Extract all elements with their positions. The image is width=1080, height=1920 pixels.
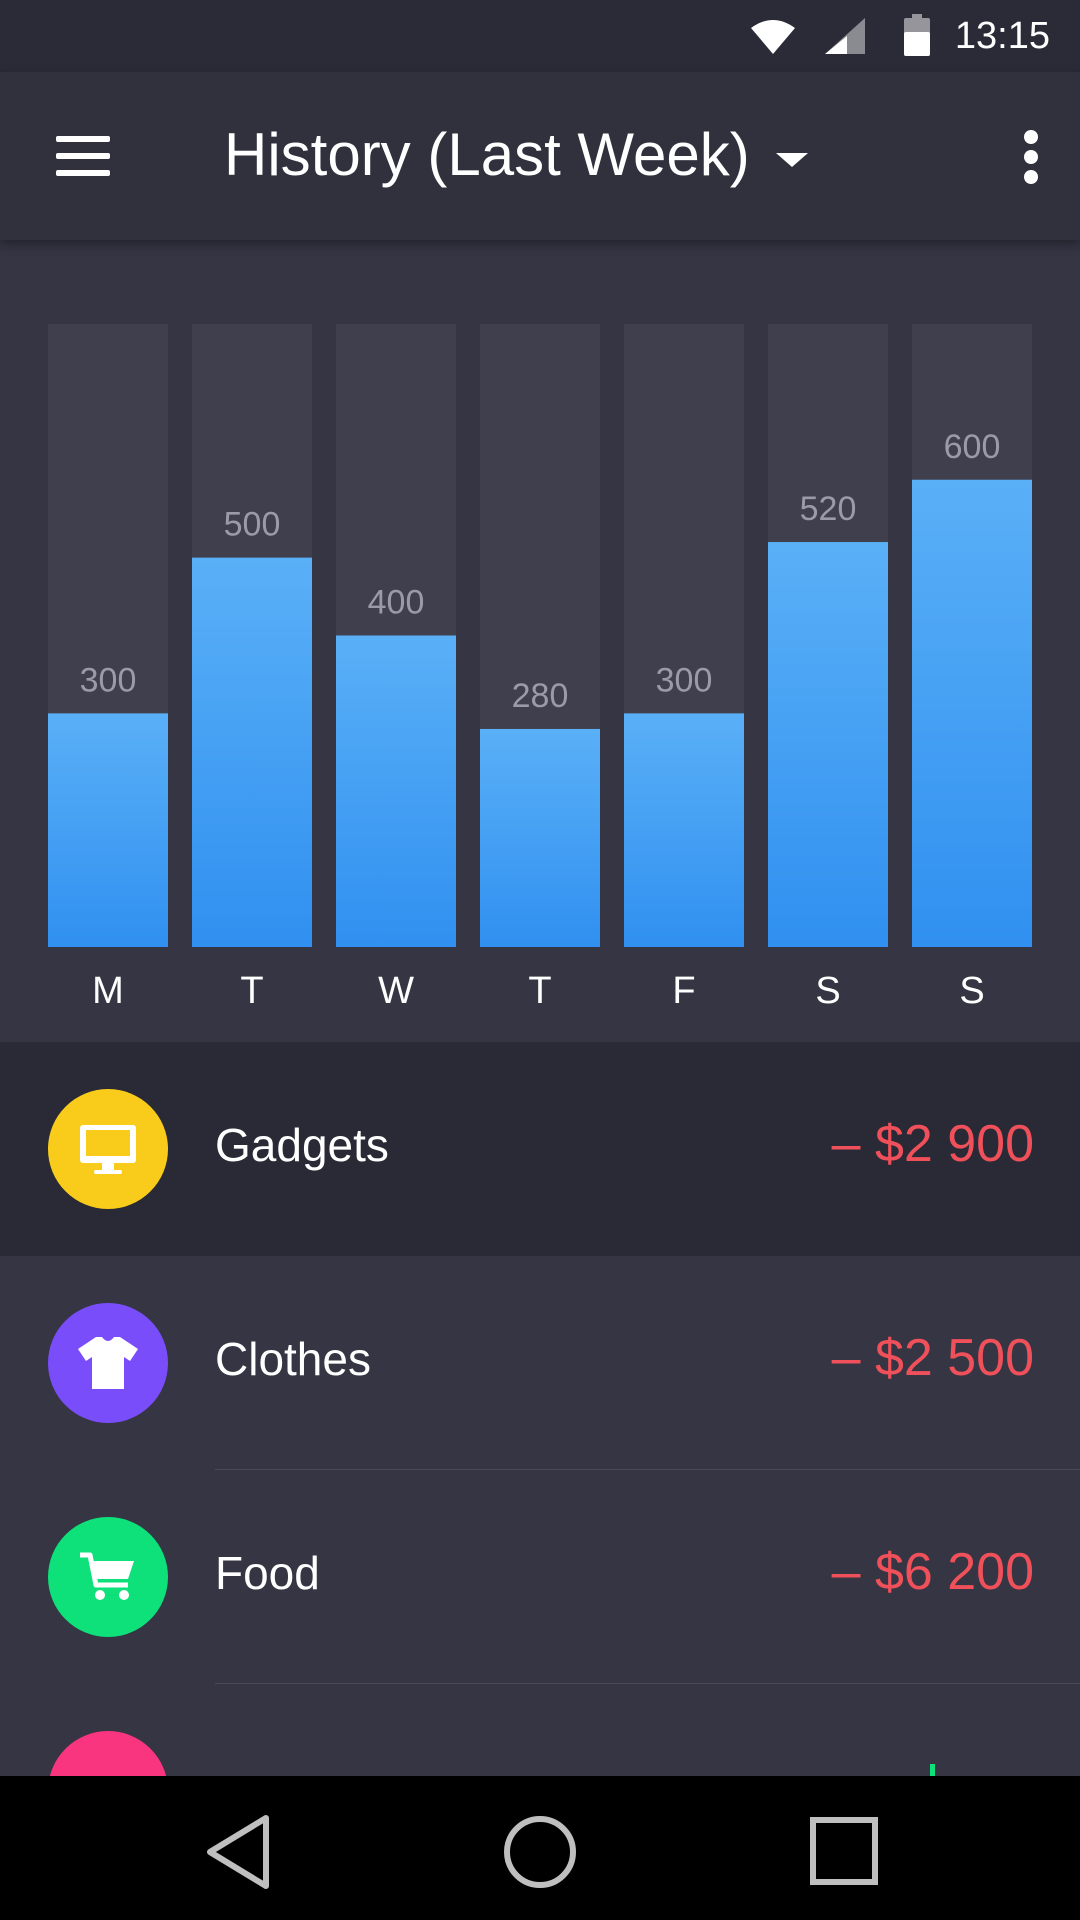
list-item-label: Clothes	[215, 1333, 371, 1385]
cellular-signal-icon	[825, 18, 865, 54]
bar-value-label: 280	[512, 677, 569, 715]
list-item-amount: – $6 200	[831, 1543, 1034, 1601]
x-tick-label: F	[672, 970, 695, 1012]
list-item-partial[interactable]	[0, 1684, 1080, 1776]
bar[interactable]	[480, 728, 600, 947]
hamburger-menu-icon[interactable]	[40, 116, 130, 196]
x-tick-label: T	[240, 970, 263, 1012]
bar-value-label: 520	[800, 490, 857, 528]
page-title: History (Last Week)	[224, 121, 750, 188]
recents-icon[interactable]	[793, 1812, 893, 1892]
navigation-bar	[0, 1776, 1080, 1920]
bar-value-label: 600	[944, 428, 1001, 466]
tshirt-icon	[78, 1337, 138, 1389]
shopping-cart-icon	[80, 1552, 134, 1600]
bar-value-label: 400	[368, 584, 425, 622]
home-icon[interactable]	[490, 1812, 590, 1892]
x-tick-label: S	[815, 970, 840, 1012]
chart-area: 300 M 500 T 400 W 280 T 300 F 520 S 600 S	[0, 240, 1080, 1042]
partial-icon-circle	[48, 1731, 168, 1776]
bar[interactable]	[624, 713, 744, 947]
bar[interactable]	[912, 479, 1032, 947]
bar-value-label: 500	[224, 506, 281, 544]
bar-value-label: 300	[656, 661, 713, 699]
app-bar: History (Last Week)	[0, 72, 1080, 240]
x-tick-label: W	[378, 970, 414, 1012]
bar-chart: 300 M 500 T 400 W 280 T 300 F 520 S 600 S	[48, 324, 1032, 1012]
more-vert-icon[interactable]	[1000, 116, 1060, 196]
list-item-food[interactable]: Food – $6 200	[0, 1470, 1080, 1684]
monitor-icon	[80, 1125, 136, 1174]
status-time: 13:15	[954, 15, 1050, 57]
bar-value-label: 300	[80, 661, 137, 699]
partial-amount-mark	[930, 1764, 935, 1776]
caret-down-icon	[775, 152, 808, 167]
list-item-gadgets[interactable]: Gadgets – $2 900	[0, 1042, 1080, 1256]
bar[interactable]	[768, 542, 888, 947]
x-tick-label: T	[528, 970, 551, 1012]
title-dropdown[interactable]: History (Last Week)	[224, 120, 808, 189]
bar[interactable]	[192, 557, 312, 947]
back-icon[interactable]	[190, 1812, 290, 1892]
battery-icon	[904, 14, 930, 56]
list-item-label: Gadgets	[215, 1119, 389, 1171]
x-tick-label: M	[92, 970, 124, 1012]
bar[interactable]	[48, 713, 168, 947]
x-tick-label: S	[959, 970, 984, 1012]
bar[interactable]	[336, 635, 456, 948]
wifi-icon	[751, 20, 795, 54]
gadgets-icon-circle	[48, 1089, 168, 1209]
list-item-label: Food	[215, 1547, 320, 1599]
list-item-amount: – $2 900	[831, 1115, 1034, 1173]
list-item-clothes[interactable]: Clothes – $2 500	[0, 1256, 1080, 1470]
status-bar: 13:15	[0, 0, 1080, 72]
list-item-amount: – $2 500	[831, 1329, 1034, 1387]
food-icon-circle	[48, 1517, 168, 1637]
clothes-icon-circle	[48, 1303, 168, 1423]
